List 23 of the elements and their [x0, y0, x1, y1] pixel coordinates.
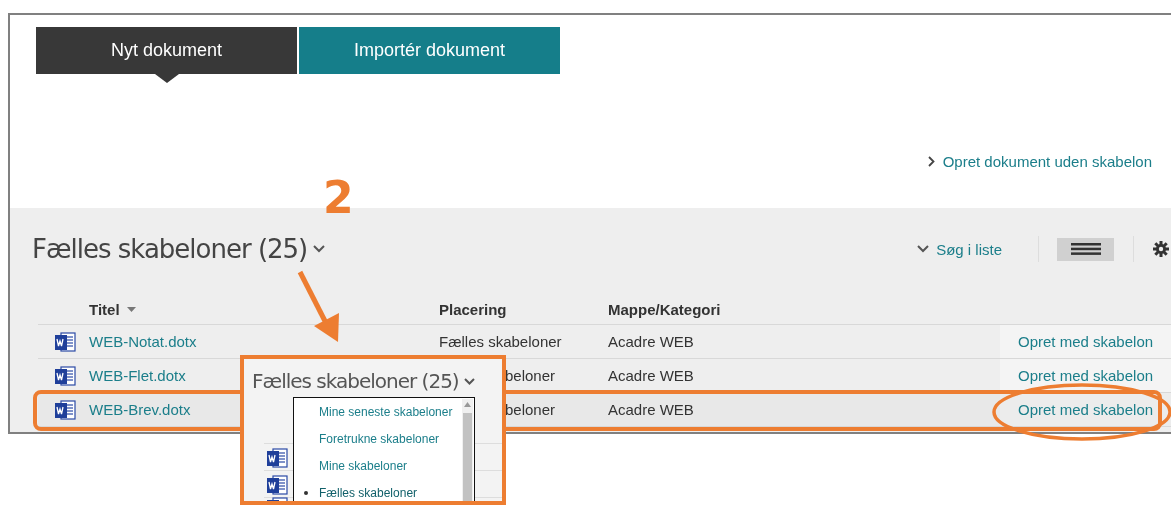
table-cell: Acadre WEB [608, 401, 694, 418]
menu-item[interactable]: Foretrukne skabeloner [294, 425, 474, 452]
create-document-link[interactable]: Opret dokument uden skabelon [942, 153, 1152, 170]
column-header[interactable]: Titel [89, 300, 120, 318]
tab[interactable]: Nyt dokument [36, 27, 297, 74]
table-cell: beloner [505, 367, 556, 384]
column-header[interactable]: Mappe/Kategori [608, 300, 1000, 318]
column-header[interactable]: Placering [439, 300, 608, 318]
list-title: Fælles skabeloner (25) [252, 369, 459, 393]
search-list-toggle[interactable]: Søg i liste [917, 240, 1002, 258]
step-number: 2 [323, 176, 354, 220]
menu-item[interactable]: Mine skabeloner [294, 452, 474, 479]
table-cell: Acadre WEB [608, 333, 694, 350]
table-cell: beloner [505, 401, 556, 418]
template-title-link[interactable]: WEB-Notat.dotx [89, 333, 197, 350]
table-cell: Fælles skabeloner [439, 333, 562, 350]
list-title: Fælles skabeloner (25) [32, 234, 308, 264]
template-title-link[interactable]: WEB-Flet.dotx [89, 367, 186, 384]
menu-item[interactable]: Mine seneste skabeloner [294, 398, 474, 425]
template-title-link[interactable]: WEB-Brev.dotx [89, 401, 191, 418]
menu-item[interactable]: Fælles skabeloner [294, 479, 474, 501]
tab[interactable]: Importér dokument [299, 27, 560, 74]
table-cell: Acadre WEB [608, 367, 694, 384]
